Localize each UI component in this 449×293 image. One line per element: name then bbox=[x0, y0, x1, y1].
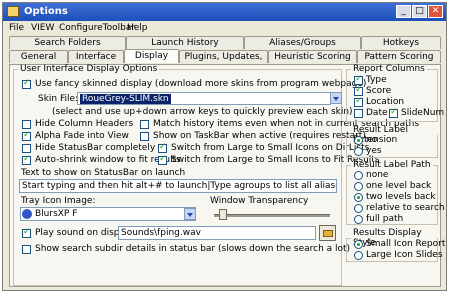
tab-aliases-groups[interactable]: Aliases/Groups bbox=[244, 36, 361, 49]
skin-file-dropdown[interactable]: RoueGrey-SLIM.skn bbox=[77, 92, 331, 105]
path-one-level-radio[interactable] bbox=[354, 182, 363, 191]
column-date-checkbox[interactable] bbox=[354, 109, 363, 118]
small-icon-report-label: Small Icon Report bbox=[366, 239, 446, 249]
folder-open-icon bbox=[323, 230, 333, 237]
small-icons-fit-checkbox[interactable] bbox=[158, 154, 167, 165]
auto-shrink-checkbox[interactable] bbox=[22, 154, 31, 165]
small-icons-dirlists-checkbox[interactable] bbox=[158, 142, 167, 153]
display-tab-panel: User Interface Display Options Use fancy… bbox=[9, 64, 445, 287]
menu-file[interactable]: File bbox=[9, 23, 24, 33]
column-date-label: Date bbox=[366, 108, 388, 118]
tab-hotkeys[interactable]: Hotkeys bbox=[361, 36, 441, 49]
chevron-down-icon[interactable] bbox=[330, 92, 342, 104]
menu-configuretoolbar[interactable]: ConfigureToolbar bbox=[59, 23, 135, 33]
fancy-skin-checkbox[interactable] bbox=[22, 78, 31, 89]
column-type-checkbox[interactable] bbox=[354, 74, 363, 85]
column-score-label: Score bbox=[366, 86, 392, 96]
hide-column-headers-label: Hide Column Headers bbox=[35, 119, 134, 129]
result-label-extension-legend: Result Label Extension bbox=[353, 125, 408, 145]
skin-file-value: RoueGrey-SLIM.skn bbox=[80, 94, 171, 104]
column-slidenum-checkbox[interactable] bbox=[389, 107, 398, 118]
browse-button[interactable] bbox=[319, 225, 336, 241]
hide-statusbar-checkbox[interactable] bbox=[22, 144, 31, 153]
subdir-details-checkbox[interactable] bbox=[22, 245, 31, 254]
extension-yes-radio[interactable] bbox=[354, 147, 363, 156]
transparency-slider-thumb[interactable] bbox=[219, 209, 228, 220]
sound-file-input[interactable]: Sounds\fping.wav bbox=[118, 226, 316, 240]
close-button[interactable]: ✕ bbox=[428, 5, 443, 18]
chevron-down-icon[interactable] bbox=[184, 208, 196, 220]
skin-file-label: Skin File: bbox=[38, 94, 79, 104]
path-full-label: full path bbox=[366, 214, 404, 224]
small-icons-dirlists-label: Switch from Large to Small Icons on DirL… bbox=[171, 143, 370, 153]
transparency-label: Window Transparency bbox=[210, 196, 309, 206]
extension-no-label: no bbox=[366, 135, 378, 145]
tray-icon-value: BlursXP F bbox=[35, 209, 78, 219]
path-relative-radio[interactable] bbox=[354, 204, 363, 213]
path-one-level-label: one level back bbox=[366, 181, 432, 191]
path-two-levels-radio[interactable] bbox=[354, 193, 363, 202]
tray-icon-label: Tray Icon Image: bbox=[21, 196, 96, 206]
tab-search-folders[interactable]: Search Folders bbox=[9, 36, 126, 49]
extension-yes-label: yes bbox=[366, 146, 382, 156]
transparency-slider-track[interactable] bbox=[214, 214, 330, 217]
show-on-taskbar-label: Show on TaskBar when active (requires re… bbox=[153, 131, 366, 141]
column-type-label: Type bbox=[366, 75, 387, 85]
subdir-details-label: Show search subdir details in status bar… bbox=[35, 244, 351, 254]
skin-hint: (select and use up+down arrow keys to qu… bbox=[52, 107, 353, 117]
extension-no-radio[interactable] bbox=[354, 136, 363, 145]
alpha-fade-label: Alpha Fade into View bbox=[35, 131, 129, 141]
show-on-taskbar-checkbox[interactable] bbox=[140, 132, 149, 141]
path-none-label: none bbox=[366, 170, 389, 180]
play-sound-checkbox[interactable] bbox=[22, 227, 31, 238]
tray-image-icon bbox=[22, 209, 32, 219]
column-score-checkbox[interactable] bbox=[354, 85, 363, 96]
report-columns-legend: Report Columns bbox=[353, 64, 425, 74]
path-none-radio[interactable] bbox=[354, 171, 363, 180]
title-bar[interactable]: Options _ □ ✕ bbox=[3, 3, 446, 21]
minimize-button[interactable]: _ bbox=[396, 5, 411, 18]
maximize-button[interactable]: □ bbox=[412, 5, 427, 18]
folder-icon bbox=[7, 6, 19, 17]
tray-icon-dropdown[interactable]: BlursXP F bbox=[20, 207, 196, 221]
result-label-path-legend: Result Label Path bbox=[353, 160, 431, 170]
large-icon-slides-radio[interactable] bbox=[354, 251, 363, 260]
large-icon-slides-label: Large Icon Slides bbox=[366, 250, 443, 260]
options-window: Options _ □ ✕ File VIEW ConfigureToolbar… bbox=[2, 2, 447, 291]
path-full-radio[interactable] bbox=[354, 215, 363, 224]
hide-statusbar-label: Hide StatusBar completely bbox=[35, 143, 156, 153]
column-slidenum-label: SlideNum bbox=[401, 108, 445, 118]
statusbar-text-input[interactable]: Start typing and then hit alt+# to launc… bbox=[19, 179, 337, 193]
ui-group-legend: User Interface Display Options bbox=[20, 64, 158, 74]
alpha-fade-checkbox[interactable] bbox=[22, 130, 31, 141]
window-title: Options bbox=[24, 6, 68, 17]
menu-view[interactable]: VIEW bbox=[31, 23, 54, 33]
tab-heuristic-scoring[interactable]: Heuristic Scoring bbox=[268, 50, 357, 63]
fancy-skin-label: Use fancy skinned display (download more… bbox=[35, 79, 367, 89]
statusbar-text-label: Text to show on StatusBar on launch bbox=[21, 168, 186, 178]
hide-column-headers-checkbox[interactable] bbox=[22, 120, 31, 129]
tab-pattern-scoring[interactable]: Pattern Scoring bbox=[357, 50, 441, 63]
tab-display[interactable]: Display bbox=[124, 49, 179, 63]
menu-help[interactable]: Help bbox=[127, 23, 148, 33]
match-history-checkbox[interactable] bbox=[140, 120, 149, 129]
tab-general[interactable]: General bbox=[9, 50, 68, 63]
tab-launch-history[interactable]: Launch History bbox=[126, 36, 244, 49]
column-location-label: Location bbox=[366, 97, 405, 107]
path-two-levels-label: two levels back bbox=[366, 192, 436, 202]
small-icon-report-radio[interactable] bbox=[354, 240, 363, 249]
path-relative-label: relative to search bbox=[366, 203, 445, 213]
tab-plugins-updates-fonts[interactable]: Plugins, Updates, Fonts bbox=[179, 50, 268, 74]
column-location-checkbox[interactable] bbox=[354, 96, 363, 107]
menu-bar: File VIEW ConfigureToolbar Help bbox=[3, 22, 446, 35]
tab-interface[interactable]: Interface bbox=[68, 50, 124, 63]
